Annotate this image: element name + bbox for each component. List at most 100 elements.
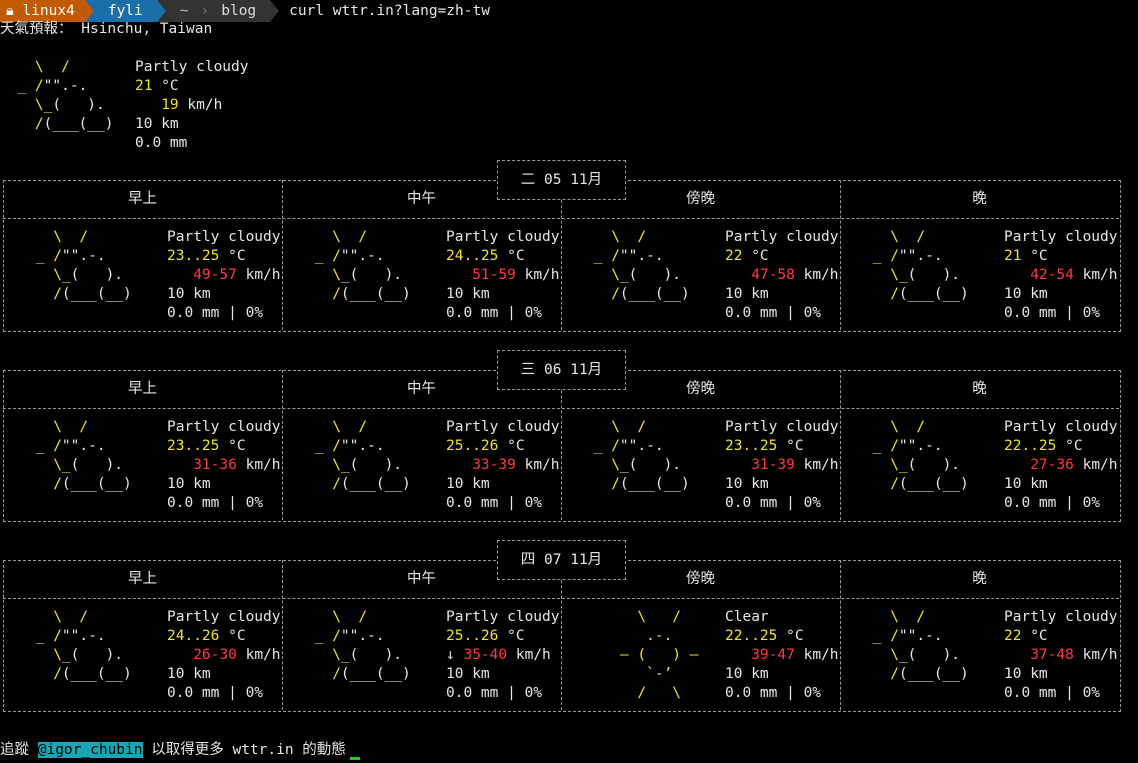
period-label: 傍晚 — [686, 571, 715, 587]
period-forecast: \ / _ /"".-. \_( ). /(___(__) Partly clou… — [306, 228, 560, 328]
period-precip: 0.0 mm | 0% — [446, 685, 543, 701]
period-precip: 0.0 mm | 0% — [1004, 495, 1101, 511]
follow-suffix: 以取得更多 wttr.in 的動態 — [142, 742, 346, 758]
period-condition: Partly cloudy — [725, 419, 839, 435]
period-label: 中午 — [407, 191, 436, 207]
period-condition: Partly cloudy — [1004, 419, 1118, 435]
period-info: Partly cloudy 24..25 °C 51-59 km/h 10 km… — [446, 228, 560, 323]
current-precip: 0.0 mm — [135, 135, 188, 151]
partly-cloudy-icon: \ / _ /"".-. \_( ). /(___(__) — [314, 609, 411, 682]
wind-direction-icon: ↓ — [446, 647, 455, 663]
partly-cloudy-icon: \ / _ /"".-. \_( ). /(___(__) — [593, 229, 690, 302]
period-temp: 22..25 — [1004, 438, 1057, 454]
period-visibility: 10 km — [167, 286, 211, 302]
wind-unit: km/h — [515, 457, 560, 473]
wind-unit: km/h — [794, 457, 839, 473]
temp-unit: °C — [742, 248, 769, 264]
temp-unit: °C — [1056, 438, 1083, 454]
wind-unit: km/h — [794, 647, 839, 663]
temp-unit: °C — [219, 438, 246, 454]
period-precip: 0.0 mm | 0% — [725, 495, 822, 511]
prompt-host: linux4 — [22, 3, 75, 19]
period-wind: 39-47 — [751, 647, 795, 663]
period-label: 早上 — [128, 571, 157, 587]
period-label: 早上 — [128, 191, 157, 207]
period-visibility: 10 km — [725, 286, 769, 302]
period-temp: 23..25 — [167, 248, 220, 264]
wind-unit: km/h — [236, 267, 281, 283]
period-forecast: \ / _ /"".-. \_( ). /(___(__) Partly clou… — [864, 228, 1118, 328]
temp-unit: °C — [1021, 628, 1048, 644]
period-info: Partly cloudy 25..26 °C 33-39 km/h 10 km… — [446, 418, 560, 513]
period-info: Partly cloudy 22 °C 37-48 km/h 10 km 0.0… — [1004, 608, 1118, 703]
temp-unit: °C — [777, 628, 804, 644]
current-condition: Partly cloudy — [135, 59, 249, 75]
period-visibility: 10 km — [1004, 476, 1048, 492]
period-precip: 0.0 mm | 0% — [725, 685, 822, 701]
period-condition: Partly cloudy — [167, 229, 281, 245]
powerline-arrow-icon — [156, 0, 166, 22]
wind-unit: km/h — [1073, 647, 1118, 663]
period-label: 晚 — [972, 571, 987, 587]
temp-unit: °C — [219, 628, 246, 644]
period-temp: 24..26 — [167, 628, 220, 644]
temp-unit: °C — [498, 438, 525, 454]
period-wind: 37-48 — [1030, 647, 1074, 663]
period-visibility: 10 km — [167, 476, 211, 492]
period-wind: 26-30 — [193, 647, 237, 663]
current-temp-unit: °C — [152, 78, 179, 94]
period-info: Partly cloudy 24..26 °C 26-30 km/h 10 km… — [167, 608, 281, 703]
period-wind: 31-39 — [751, 457, 795, 473]
period-condition: Partly cloudy — [446, 609, 560, 625]
partly-cloudy-icon: \ / _ /"".-. \_( ). /(___(__) — [872, 229, 969, 302]
period-forecast: \ / _ /"".-. \_( ). /(___(__) Partly clou… — [864, 608, 1118, 708]
prompt-home: ~ — [165, 0, 201, 22]
wind-unit: km/h — [515, 267, 560, 283]
current-wind: 19 — [161, 97, 179, 113]
wind-unit: km/h — [507, 647, 551, 663]
partly-cloudy-icon: \ / _ /"".-. \_( ). /(___(__) — [17, 59, 114, 132]
period-visibility: 10 km — [725, 476, 769, 492]
period-info: Partly cloudy 22..25 °C 27-36 km/h 10 km… — [1004, 418, 1118, 513]
period-wind: 42-54 — [1030, 267, 1074, 283]
sunny-icon: \ / .-. ‒ ( ) ‒ `-’ / \ — [619, 609, 699, 701]
period-label: 中午 — [407, 571, 436, 587]
period-visibility: 10 km — [1004, 666, 1048, 682]
period-info: Partly cloudy 23..25 °C 49-57 km/h 10 km… — [167, 228, 281, 323]
period-wind: 31-36 — [193, 457, 237, 473]
period-condition: Partly cloudy — [1004, 609, 1118, 625]
period-forecast: \ / _ /"".-. \_( ). /(___(__) Partly clou… — [306, 418, 560, 518]
period-label: 傍晚 — [686, 191, 715, 207]
period-precip: 0.0 mm | 0% — [1004, 685, 1101, 701]
period-wind: 51-59 — [472, 267, 516, 283]
current-info: Partly cloudy 21 °C 19 km/h 10 km 0.0 mm — [135, 58, 249, 153]
wind-unit: km/h — [236, 647, 281, 663]
period-temp: 25..26 — [446, 438, 499, 454]
partly-cloudy-icon: \ / _ /"".-. \_( ). /(___(__) — [314, 419, 411, 492]
period-precip: 0.0 mm | 0% — [725, 305, 822, 321]
temp-unit: °C — [498, 248, 525, 264]
wind-unit: km/h — [1073, 267, 1118, 283]
period-forecast: \ / _ /"".-. \_( ). /(___(__) Partly clou… — [27, 228, 281, 328]
period-info: Clear 22..25 °C 39-47 km/h 10 km 0.0 mm … — [725, 608, 839, 703]
period-wind: 27-36 — [1030, 457, 1074, 473]
twitter-handle[interactable]: @igor_chubin — [37, 742, 143, 758]
period-condition: Partly cloudy — [725, 229, 839, 245]
period-visibility: 10 km — [446, 286, 490, 302]
powerline-arrow-icon — [270, 0, 280, 22]
period-forecast: \ / _ /"".-. \_( ). /(___(__) Partly clou… — [585, 418, 839, 518]
forecast-title: 天氣預報： Hsinchu, Taiwan — [0, 21, 213, 37]
period-precip: 0.0 mm | 0% — [167, 495, 264, 511]
temp-unit: °C — [219, 248, 246, 264]
partly-cloudy-icon: \ / _ /"".-. \_( ). /(___(__) — [593, 419, 690, 492]
prompt-user: fyli — [93, 0, 157, 22]
command-text[interactable]: curl wttr.in?lang=zh-tw — [279, 3, 490, 19]
period-forecast: \ / _ /"".-. \_( ). /(___(__) Partly clou… — [585, 228, 839, 328]
period-precip: 0.0 mm | 0% — [167, 685, 264, 701]
period-temp: 22 — [725, 248, 743, 264]
period-precip: 0.0 mm | 0% — [446, 495, 543, 511]
chevron-right-icon: › — [200, 0, 210, 22]
period-label: 晚 — [972, 191, 987, 207]
current-visibility: 10 km — [135, 116, 179, 132]
period-forecast: \ / _ /"".-. \_( ). /(___(__) Partly clou… — [306, 608, 560, 708]
